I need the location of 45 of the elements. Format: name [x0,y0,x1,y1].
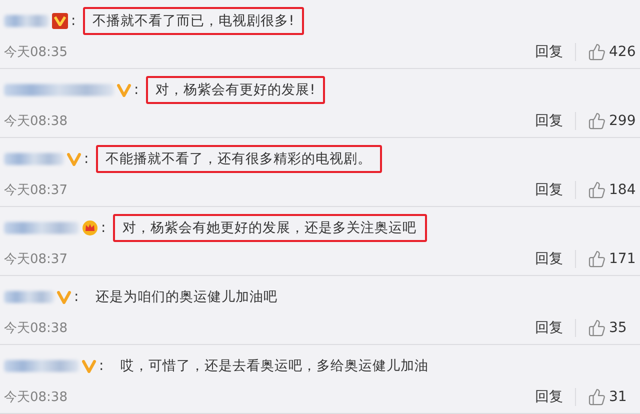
thumbs-up-icon[interactable] [588,388,606,406]
reply-link[interactable]: 回复 [535,319,576,337]
colon: : [99,358,104,374]
reply-link[interactable]: 回复 [535,112,576,130]
comment-time: 今天08:37 [4,182,68,199]
comment-text: 对，杨紫会有她更好的发展，还是多关注奥运吧 [112,214,427,242]
comment-text: 对，杨紫会有更好的发展! [146,76,326,104]
crown-badge-icon [82,220,98,236]
comment-time: 今天08:35 [4,44,68,61]
blurred-username [4,153,64,165]
colon: : [84,151,89,167]
thumbs-up-icon[interactable] [588,181,606,199]
comment-time: 今天08:38 [4,320,68,337]
comment-text: 还是为咱们的奥运健儿加油吧 [94,288,279,307]
verified-badge-icon [57,290,71,304]
comment-time: 今天08:37 [4,251,68,268]
verified-badge-icon [52,13,68,29]
colon: : [71,13,76,29]
verified-badge-icon [82,360,96,372]
like-count: 35 [609,320,627,336]
reply-link[interactable]: 回复 [535,181,576,199]
blurred-username [4,15,49,27]
like-count: 299 [609,113,636,129]
reply-link[interactable]: 回复 [535,43,576,61]
comment-text: 不能播就不看了，还有很多精彩的电视剧。 [96,145,382,173]
comment-text: 不播就不看了而已，电视剧很多! [82,7,304,35]
blurred-username [4,291,54,303]
colon: : [74,289,79,305]
like-count: 184 [609,182,636,198]
comment-text: 哎，可惜了，还是去看奥运吧，多给奥运健儿加油 [120,357,430,376]
comment-time: 今天08:38 [4,113,68,130]
verified-badge-icon [67,152,81,166]
like-count: 426 [609,44,636,60]
like-count: 31 [609,389,627,405]
colon: : [134,82,139,98]
thumbs-up-icon[interactable] [588,112,606,130]
thumbs-up-icon[interactable] [588,319,606,337]
thumbs-up-icon[interactable] [588,43,606,61]
reply-link[interactable]: 回复 [535,388,576,406]
verified-badge-icon [117,84,131,96]
like-count: 171 [609,251,636,267]
thumbs-up-icon[interactable] [588,250,606,268]
reply-link[interactable]: 回复 [535,250,576,268]
comment-time: 今天08:38 [4,389,68,406]
colon: : [101,220,106,236]
